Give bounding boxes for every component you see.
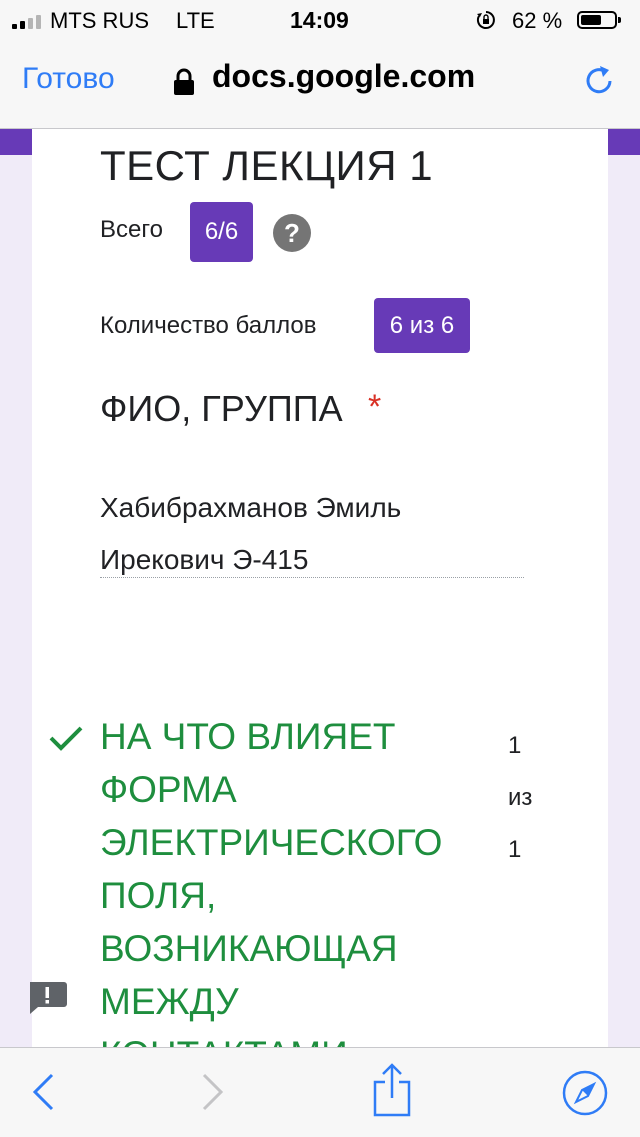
points-badge: 6 из 6 [374,298,470,353]
answer-text: Хабибрахманов Эмиль Ирекович Э-415 [100,482,530,586]
carrier-name: MTS RUS [50,8,149,33]
total-label: Всего [100,216,163,243]
answer-line: Хабибрахманов Эмиль [100,492,402,523]
share-icon[interactable] [372,1062,412,1118]
chevron-left-icon[interactable] [30,1072,56,1112]
compass-icon[interactable] [562,1070,608,1116]
url-display[interactable]: docs.google.com [212,58,475,95]
question-line: ПОЛЯ, [100,875,217,916]
orientation-lock-icon [476,11,495,29]
check-icon [49,726,83,751]
question-score: 1 из 1 [508,720,548,876]
lock-icon [174,68,194,95]
required-asterisk: * [368,388,382,426]
clock: 14:09 [290,7,349,33]
status-bar: MTS RUS LTE 14:09 62 % [0,0,640,40]
battery-percent: 62 % [512,8,563,33]
svg-text:?: ? [284,218,300,248]
reload-icon[interactable] [580,62,618,100]
network-type: LTE [176,8,215,33]
answer-line: Ирекович Э-415 [100,544,309,575]
form-title: ТЕСТ ЛЕКЦИЯ 1 [100,142,434,189]
score-separator: из [508,784,533,811]
question-line: ФОРМА [100,769,237,810]
browser-toolbar [0,1047,640,1137]
score-max: 1 [508,836,522,863]
browser-nav-bar: Готово docs.google.com [0,40,640,129]
question-line: НА ЧТО ВЛИЯЕТ [100,716,396,757]
total-score-badge: 6/6 [190,202,253,262]
done-button[interactable]: Готово [22,62,115,96]
question-label-name-group: ФИО, ГРУППА [100,388,343,429]
help-icon[interactable]: ? [273,214,311,252]
question-line: ЭЛЕКТРИЧЕСКОГО [100,822,443,863]
signal-strength-icon [12,13,41,29]
score-got: 1 [508,732,522,759]
feedback-icon[interactable] [26,980,68,1016]
points-label: Количество баллов [100,312,317,339]
battery-icon [577,11,621,29]
question-line: ВОЗНИКАЮЩАЯ [100,928,398,969]
question-text: НА ЧТО ВЛИЯЕТ ФОРМА ЭЛЕКТРИЧЕСКОГО ПОЛЯ,… [100,710,480,1081]
answer-underline [100,577,524,578]
chevron-right-icon[interactable] [200,1072,226,1112]
question-line: МЕЖДУ [100,981,239,1022]
